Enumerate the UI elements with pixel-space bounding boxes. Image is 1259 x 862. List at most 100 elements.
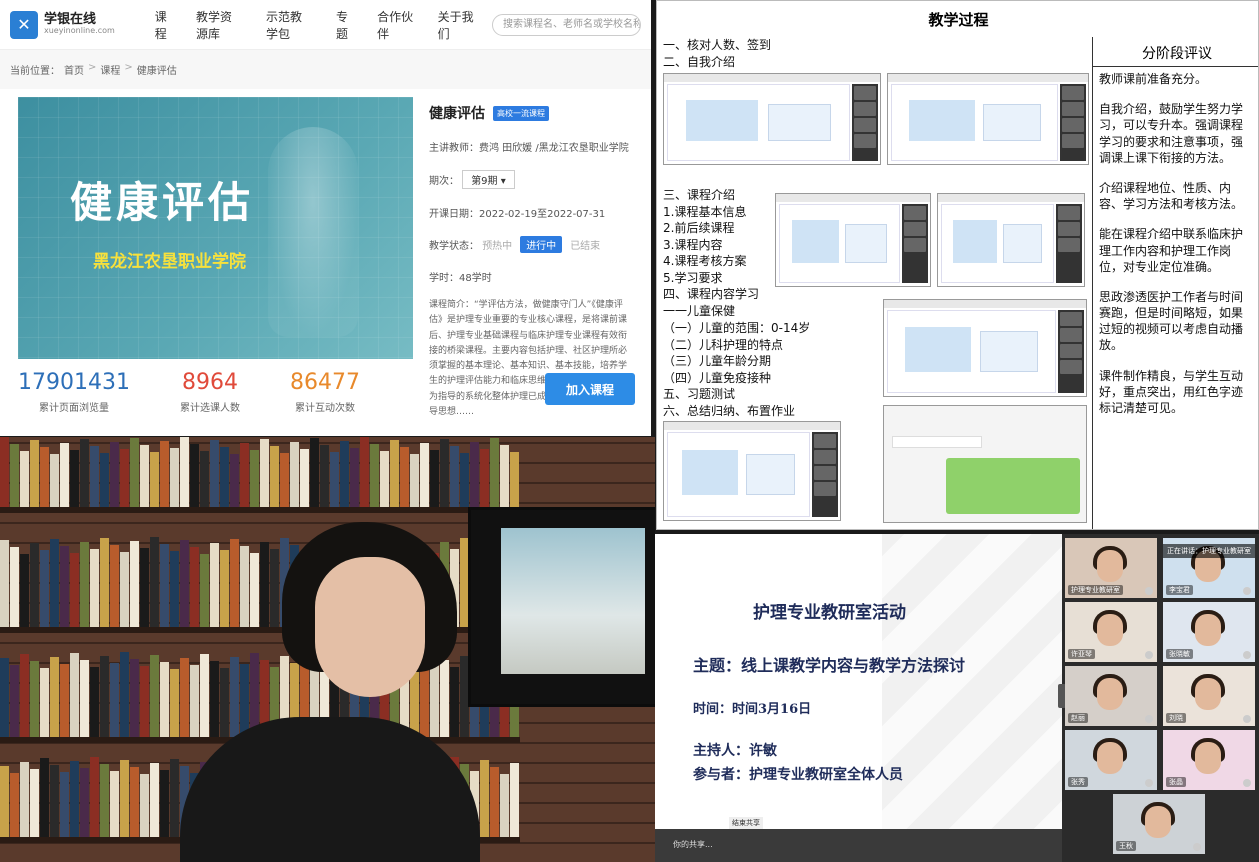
book — [120, 652, 129, 737]
book — [40, 447, 49, 507]
term-select[interactable]: 第9期 ▾ — [462, 170, 515, 189]
book — [210, 661, 219, 737]
mic-icon — [1145, 587, 1153, 595]
slide-title: 护理专业教研室活动 — [753, 603, 906, 623]
book — [0, 766, 9, 837]
book — [100, 453, 109, 507]
nav-about[interactable]: 关于我们 — [438, 8, 476, 42]
book — [130, 659, 139, 737]
participant-name: 护理专业教研室 — [1068, 585, 1123, 595]
book — [210, 440, 219, 507]
book — [230, 539, 239, 627]
book — [50, 765, 59, 837]
book — [190, 547, 199, 627]
book — [460, 453, 469, 507]
book — [60, 772, 69, 837]
book — [180, 540, 189, 627]
book — [60, 664, 69, 737]
book — [50, 539, 59, 627]
book — [150, 537, 159, 627]
participant-tile[interactable]: 张晓敏 — [1163, 602, 1255, 662]
book — [20, 654, 29, 737]
speaking-notice: 正在讲话：护理专业教研室 — [1163, 544, 1255, 558]
book — [310, 438, 319, 507]
participant-tile[interactable]: 赵丽 — [1065, 666, 1157, 726]
book — [170, 448, 179, 507]
eval-4: 能在课程介绍中联系临床护理工作内容和护理工作岗位，对专业定位准确。 — [1099, 227, 1244, 274]
book — [110, 442, 119, 507]
book — [290, 442, 299, 507]
book — [120, 552, 129, 627]
book — [80, 542, 89, 627]
book — [410, 454, 419, 507]
site-logo[interactable]: ✕ 学银在线 xueyinonline.com — [10, 10, 115, 39]
mic-icon — [1145, 779, 1153, 787]
book — [110, 663, 119, 737]
book — [170, 759, 179, 837]
logo-domain: xueyinonline.com — [44, 26, 115, 36]
book — [220, 668, 229, 737]
screen-root: ✕ 学银在线 xueyinonline.com 课程 教学资源库 示范教学包 专… — [0, 0, 1259, 862]
nav-courses[interactable]: 课程 — [155, 8, 174, 42]
book — [420, 443, 429, 507]
mic-icon — [1193, 843, 1201, 851]
participant-face — [1097, 614, 1123, 646]
nav-demo-pack[interactable]: 示范教学包 — [266, 8, 314, 42]
wall-monitor — [468, 507, 655, 707]
book — [30, 543, 39, 627]
class-screenshot — [775, 193, 931, 287]
participant-tile[interactable]: 张晶 — [1163, 730, 1255, 790]
breadcrumb-courses[interactable]: 课程 — [100, 62, 120, 77]
nav-topics[interactable]: 专题 — [336, 8, 355, 42]
breadcrumb-current: 健康评估 — [136, 66, 177, 77]
book — [110, 771, 119, 837]
logo-name: 学银在线 — [44, 11, 97, 27]
stop-sharing-button[interactable]: 结束共享 — [729, 817, 763, 829]
book — [190, 444, 199, 507]
book — [10, 444, 19, 507]
mic-icon — [1145, 651, 1153, 659]
book — [10, 773, 19, 837]
book — [320, 445, 329, 507]
class-screenshot — [663, 421, 841, 521]
participant-face — [1195, 614, 1221, 646]
breadcrumb-home[interactable]: 首页 — [64, 62, 84, 77]
class-screenshot — [937, 193, 1085, 287]
human-figure-illustration — [268, 127, 358, 337]
book — [10, 547, 19, 627]
breadcrumb-label: 当前位置： — [10, 66, 60, 77]
participant-tile[interactable]: 王秋 — [1113, 794, 1205, 854]
book — [440, 660, 449, 737]
book — [0, 540, 9, 627]
book — [300, 449, 309, 507]
nav-partners[interactable]: 合作伙伴 — [377, 8, 415, 42]
book — [440, 439, 449, 507]
stat-enrolled: 8964 累计选课人数 — [179, 370, 240, 414]
participant-tile[interactable]: 护理专业教研室 — [1065, 538, 1157, 598]
book — [470, 442, 479, 507]
participant-tile[interactable]: 刘晓 — [1163, 666, 1255, 726]
book — [60, 443, 69, 507]
book — [190, 665, 199, 737]
participant-tile[interactable]: 张秀 — [1065, 730, 1157, 790]
book — [390, 440, 399, 507]
cover-title: 健康评估 — [70, 178, 255, 227]
book — [200, 554, 209, 627]
slide-host: 主持人：许敏 — [693, 743, 777, 759]
join-course-button[interactable]: 加入课程 — [545, 373, 635, 405]
book — [340, 441, 349, 507]
book — [280, 453, 289, 507]
book — [450, 446, 459, 507]
book — [380, 451, 389, 507]
participant-face — [1097, 550, 1123, 582]
cover-school: 黑龙江农垦职业学院 — [93, 252, 246, 272]
participant-tile[interactable]: 许亚琴 — [1065, 602, 1157, 662]
book — [10, 665, 19, 737]
nav-resources[interactable]: 教学资源库 — [196, 8, 244, 42]
search-input[interactable]: 搜索课程名、老师名或学校名称 — [491, 13, 641, 36]
book — [140, 774, 149, 837]
breadcrumb-separator: > — [124, 62, 133, 73]
book — [30, 769, 39, 837]
book — [70, 653, 79, 737]
eval-5: 思政渗透医护工作者与时间赛跑，但是时间略短，如果过短的视频可以考虑自动播放。 — [1099, 289, 1244, 353]
